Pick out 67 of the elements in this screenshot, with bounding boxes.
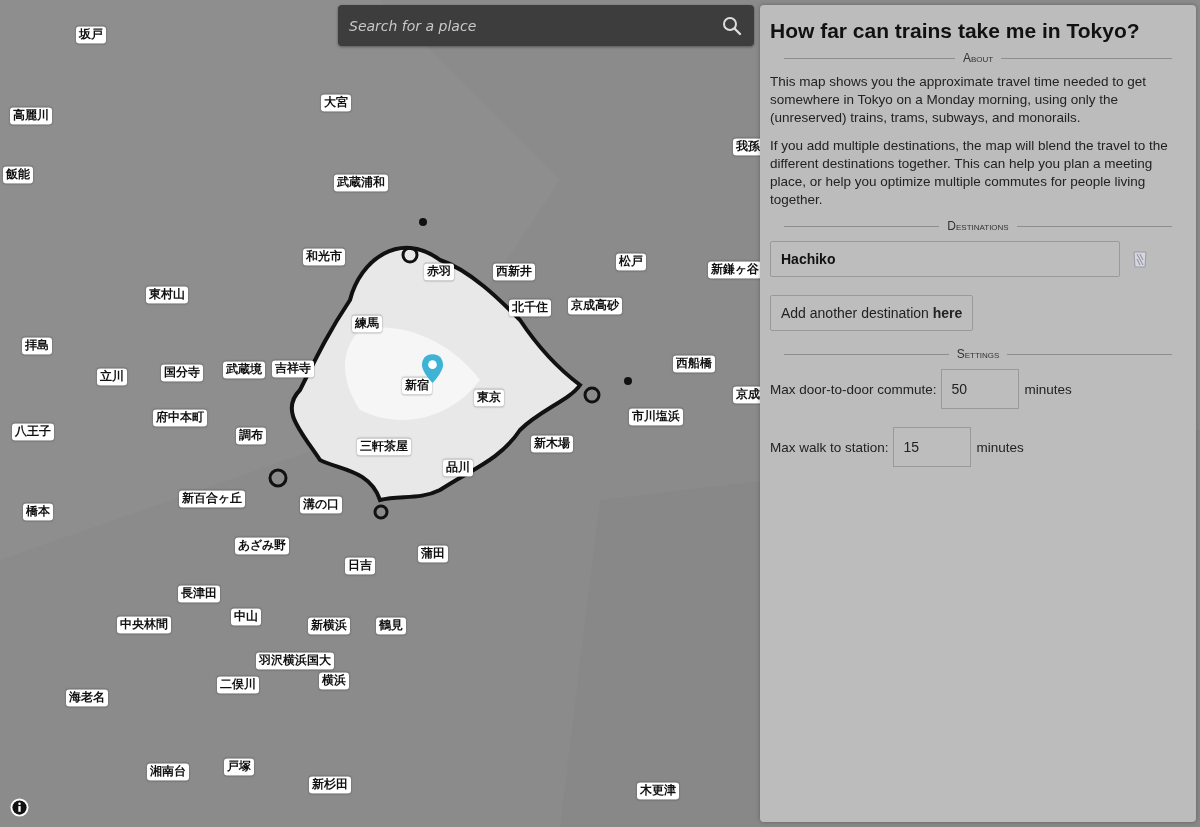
station-label: 武蔵浦和 <box>334 174 388 192</box>
station-label: 新百合ヶ丘 <box>179 490 245 508</box>
number-field[interactable]: 15 <box>892 427 971 467</box>
station-label: 東京 <box>474 389 504 407</box>
station-label: 府中本町 <box>153 409 207 427</box>
station-label: 戸塚 <box>224 758 254 776</box>
unit-label: minutes <box>1024 381 1072 397</box>
station-label: 赤羽 <box>424 263 454 281</box>
add-destination-button[interactable]: Add another destination here <box>770 295 974 331</box>
station-label: 西船橋 <box>673 355 715 373</box>
station-label: 西新井 <box>493 263 535 281</box>
station-label: 蒲田 <box>418 545 448 563</box>
paragraph: If you add multiple destinations, the map will blend the travel to the different destinations together. This can help you plan a meeting place, or help you optimize multiple commutes for people living together. <box>770 137 1169 209</box>
station-label: 三軒茶屋 <box>357 438 411 456</box>
search-icon[interactable] <box>722 16 742 36</box>
station-label: 大宮 <box>321 94 351 112</box>
section-heading: About <box>962 51 994 65</box>
station-label: 国分寺 <box>161 364 203 382</box>
station-label: 中央林間 <box>117 616 171 634</box>
setting-label: Max walk to station: <box>770 439 889 455</box>
destination-field[interactable]: Hachiko <box>770 241 1120 277</box>
station-label: 拝島 <box>22 337 52 355</box>
station-label: 和光市 <box>303 248 345 266</box>
station-label: 調布 <box>236 427 266 445</box>
station-label: 海老名 <box>66 689 108 707</box>
station-label: 飯能 <box>3 166 33 184</box>
station-label: 練馬 <box>352 315 382 333</box>
number-field[interactable]: 50 <box>940 369 1019 409</box>
station-label: 新杉田 <box>309 776 351 794</box>
setting-label: Max door-to-door commute: <box>770 381 937 397</box>
station-label: 日吉 <box>345 557 375 575</box>
search-field[interactable]: Search for a place <box>338 5 754 46</box>
station-label: 我孫 <box>733 138 763 156</box>
station-label: 高麗川 <box>10 107 52 125</box>
panel-title: How far can trains take me in Tokyo? <box>770 19 1141 43</box>
station-label: 松戸 <box>616 253 646 271</box>
paragraph: This map shows you the approximate travel time needed to get somewhere in Tokyo on a Monday morning, using only the (unreserved) trains, trams, subways, and monorails. <box>770 73 1147 127</box>
station-label: 北千住 <box>509 299 551 317</box>
station-label: 溝の口 <box>300 496 342 514</box>
station-label: 品川 <box>443 459 473 477</box>
section-heading: Settings <box>956 347 1000 361</box>
station-label: 武蔵境 <box>223 361 265 379</box>
station-label: 木更津 <box>637 782 679 800</box>
station-label: 新横浜 <box>308 617 350 635</box>
section-heading: Destinations <box>947 219 1009 233</box>
station-label: 鶴見 <box>376 617 406 635</box>
station-label: 二俣川 <box>217 676 259 694</box>
station-label: 新宿 <box>402 377 432 395</box>
station-label: 坂戸 <box>76 26 106 44</box>
station-label: 立川 <box>97 368 127 386</box>
station-label: 横浜 <box>319 672 349 690</box>
unit-label: minutes <box>976 439 1024 455</box>
station-label: 新鎌ヶ谷 <box>708 261 762 279</box>
station-label: 新木場 <box>531 435 573 453</box>
station-label: 東村山 <box>146 286 188 304</box>
station-label: 橋本 <box>23 503 53 521</box>
station-label: 市川塩浜 <box>629 408 683 426</box>
station-label: 吉祥寺 <box>272 360 314 378</box>
station-label: 京成高砂 <box>568 297 622 315</box>
station-label: 京成 <box>733 386 763 404</box>
station-label: あざみ野 <box>235 537 289 555</box>
info-icon[interactable] <box>10 798 29 817</box>
station-label: 八王子 <box>12 423 54 441</box>
station-label: 長津田 <box>178 585 220 603</box>
station-label: 羽沢横浜国大 <box>256 652 334 670</box>
station-label: 湘南台 <box>147 763 189 781</box>
station-label: 中山 <box>231 608 261 626</box>
